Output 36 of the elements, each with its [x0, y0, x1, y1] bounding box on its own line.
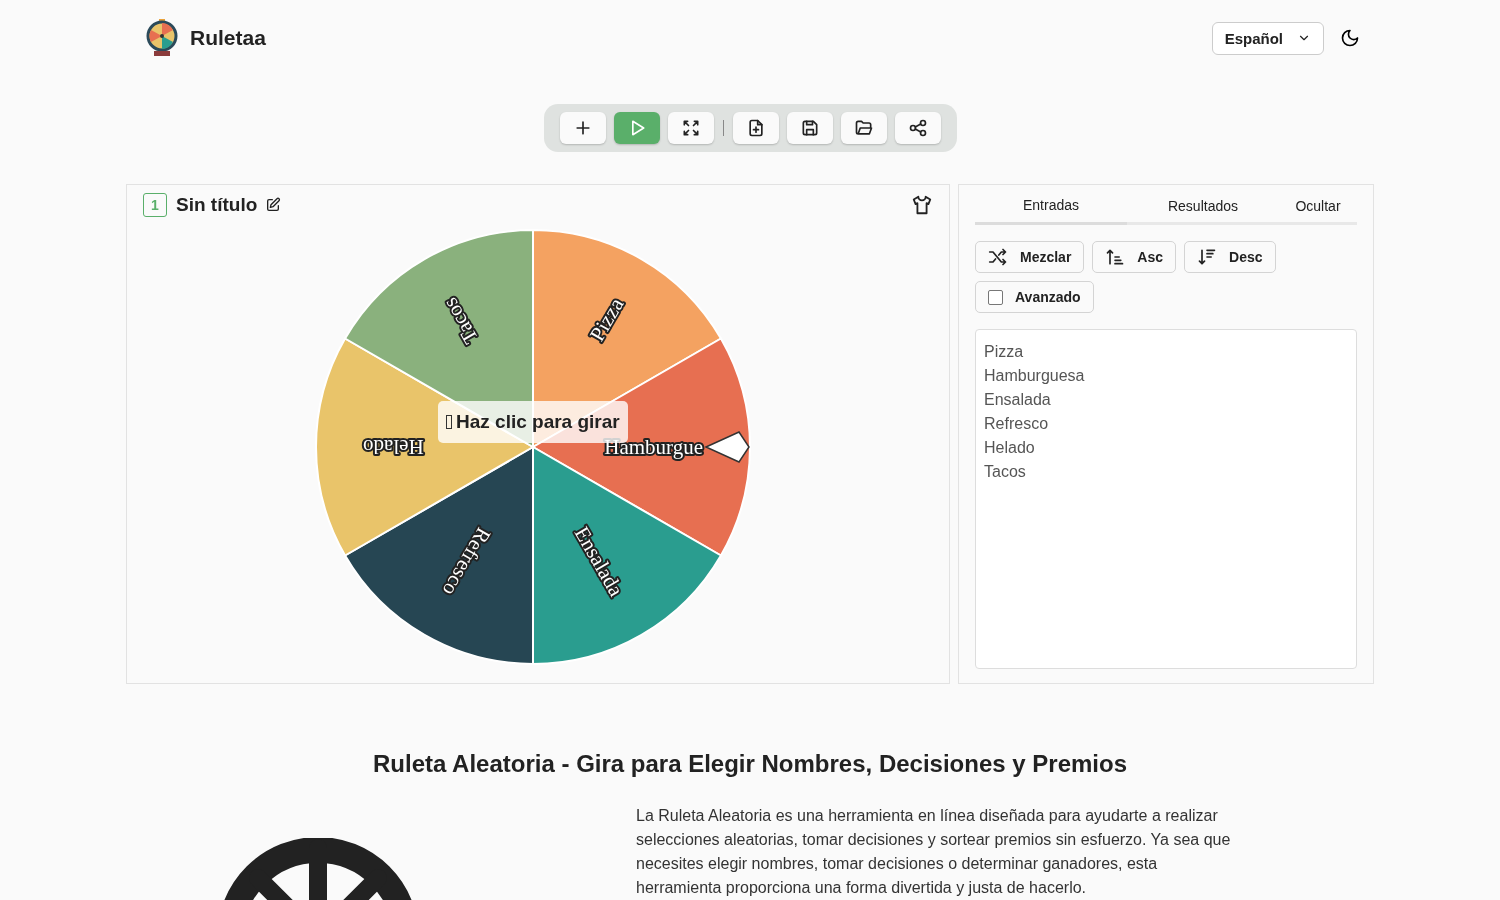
- save-button[interactable]: [786, 112, 833, 144]
- missing-glyph-icon: [446, 415, 452, 429]
- hint-text: Haz clic para girar: [456, 411, 620, 433]
- play-button[interactable]: [613, 112, 660, 144]
- shuffle-button[interactable]: Mezclar: [975, 241, 1085, 273]
- tab[interactable]: Resultados: [1127, 193, 1279, 222]
- shuffle-icon: [988, 247, 1008, 267]
- entries-field[interactable]: Pizza Hamburguesa Ensalada Refresco Helado Tacos: [975, 329, 1357, 669]
- file-plus-button[interactable]: [732, 112, 779, 144]
- checkbox[interactable]: [988, 289, 1003, 305]
- expand-button[interactable]: [667, 112, 714, 144]
- tab[interactable]: Ocultar: [1279, 193, 1357, 222]
- plus-button[interactable]: [559, 112, 606, 144]
- wheel-title: Sin título: [176, 194, 258, 216]
- folder-icon: [853, 118, 874, 138]
- pointer-icon: [704, 431, 750, 463]
- sort-descending-icon: [1197, 247, 1218, 267]
- article-paragraph: La Ruleta Aleatoria es una herramienta en línea diseñada para ayudarte a realizar selecciones aleatorias, tomar decisiones y sortear premios sin esfuerzo. Ya sea que necesites elegir nombres, tomar decisiones o determinar ganadores, esta herramienta proporciona una forma divertida y justa de hacerlo.: [636, 806, 1232, 898]
- desc-button[interactable]: Desc: [1184, 241, 1276, 273]
- edit-icon[interactable]: [265, 197, 282, 213]
- brand-name[interactable]: Ruletaa: [190, 26, 266, 50]
- asc-button[interactable]: Asc: [1092, 241, 1177, 273]
- sort-ascending-icon: [1105, 247, 1126, 267]
- tab[interactable]: Entradas: [975, 193, 1127, 225]
- wheel-number: 1: [143, 193, 167, 217]
- folder-button[interactable]: [840, 112, 887, 144]
- shirt-icon[interactable]: [911, 194, 933, 216]
- share-icon: [907, 118, 928, 138]
- share-button[interactable]: [894, 112, 941, 144]
- slice-label: Helado: [363, 435, 424, 459]
- article-heading: Ruleta Aleatoria - Gira para Elegir Nombres, Decisiones y Premios: [371, 750, 1129, 778]
- language-select[interactable]: Español: [1211, 21, 1324, 55]
- wheel-logo-icon: [144, 18, 180, 58]
- advanced-toggle[interactable]: Avanzado: [975, 281, 1094, 313]
- spin-hint[interactable]: Haz clic para girar: [438, 401, 628, 443]
- moon-icon[interactable]: [1340, 28, 1360, 48]
